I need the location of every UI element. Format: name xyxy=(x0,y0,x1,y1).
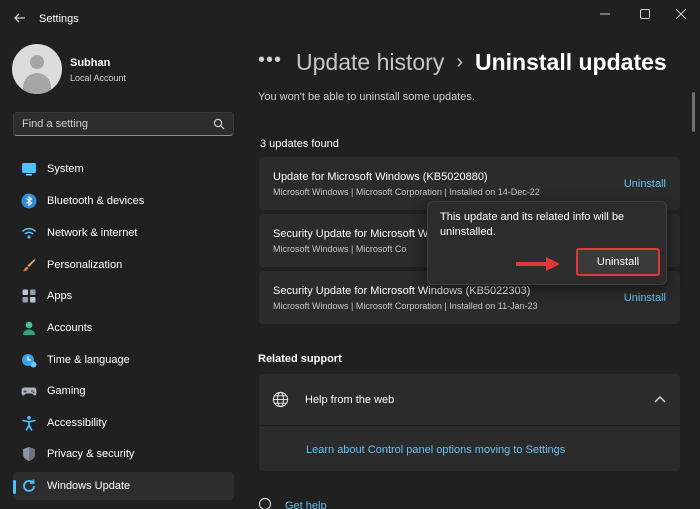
globe-icon xyxy=(272,391,289,408)
update-meta: Microsoft Windows | Microsoft Corporatio… xyxy=(273,187,540,197)
brush-icon xyxy=(23,259,36,272)
minimize-button[interactable] xyxy=(583,2,627,26)
sidebar: Subhan Local Account Find a setting Syst… xyxy=(0,36,248,509)
breadcrumb-separator-icon: › xyxy=(456,50,463,73)
wifi-icon xyxy=(21,227,37,239)
sidebar-item-apps[interactable]: Apps xyxy=(13,282,234,310)
sidebar-item-label: Time & language xyxy=(47,354,130,366)
sidebar-item-windows-update[interactable]: Windows Update xyxy=(13,472,234,500)
page-title: Uninstall updates xyxy=(475,48,667,75)
clock-icon xyxy=(22,354,37,368)
update-title: Security Update for Microsoft W xyxy=(273,228,429,240)
confirm-uninstall-button[interactable]: Uninstall xyxy=(576,248,660,276)
sidebar-item-label: Windows Update xyxy=(47,480,131,492)
sidebar-item-label: Accessibility xyxy=(47,417,107,429)
uninstall-link[interactable]: Uninstall xyxy=(624,292,666,304)
sidebar-item-personalization[interactable]: Personalization xyxy=(13,251,234,279)
selected-indicator xyxy=(13,480,16,494)
sidebar-item-bluetooth[interactable]: Bluetooth & devices xyxy=(13,187,234,215)
sidebar-item-label: Gaming xyxy=(47,385,86,397)
sidebar-item-time-language[interactable]: Time & language xyxy=(13,346,234,374)
related-support-heading: Related support xyxy=(258,353,342,365)
maximize-icon xyxy=(640,9,650,19)
title-bar: Settings xyxy=(0,0,700,36)
avatar-body xyxy=(23,73,51,94)
uninstall-confirm-flyout: This update and its related info will be… xyxy=(427,201,667,285)
help-from-web-header[interactable]: Help from the web xyxy=(259,374,680,426)
sidebar-item-label: Privacy & security xyxy=(47,448,135,460)
update-title: Security Update for Microsoft Windows (K… xyxy=(273,285,531,297)
windows-update-icon xyxy=(23,479,35,492)
gamepad-icon xyxy=(21,387,37,396)
sidebar-item-label: Network & internet xyxy=(47,227,138,239)
sidebar-item-gaming[interactable]: Gaming xyxy=(13,377,234,405)
sidebar-item-network[interactable]: Network & internet xyxy=(13,219,234,247)
search-input[interactable]: Find a setting xyxy=(13,112,234,136)
get-help-link[interactable]: Get help xyxy=(285,500,327,509)
close-button[interactable] xyxy=(659,2,700,26)
sidebar-item-label: Personalization xyxy=(47,259,123,271)
breadcrumb-overflow-button[interactable]: ••• xyxy=(258,49,282,72)
flyout-message: This update and its related info will be… xyxy=(440,211,625,238)
close-icon xyxy=(676,9,686,19)
app-title: Settings xyxy=(39,13,79,25)
sidebar-item-accounts[interactable]: Accounts xyxy=(13,314,234,342)
updates-count: 3 updates found xyxy=(260,138,339,150)
monitor-icon xyxy=(22,163,36,176)
help-from-web-title: Help from the web xyxy=(305,394,395,406)
sidebar-item-label: Apps xyxy=(47,290,73,302)
avatar-head xyxy=(30,55,44,69)
uninstall-link[interactable]: Uninstall xyxy=(624,178,666,190)
account-type: Local Account xyxy=(70,73,127,83)
breadcrumb-update-history[interactable]: Update history xyxy=(296,49,444,76)
sidebar-item-label: Bluetooth & devices xyxy=(47,195,145,207)
sidebar-item-accessibility[interactable]: Accessibility xyxy=(13,409,234,437)
help-from-web-card: Help from the web Learn about Control pa… xyxy=(259,374,680,471)
annotation-arrow-icon xyxy=(516,257,560,271)
back-button[interactable] xyxy=(8,6,32,30)
scrollbar[interactable] xyxy=(692,92,695,132)
breadcrumb: ••• Update history › Uninstall updates xyxy=(258,45,667,79)
update-title: Update for Microsoft Windows (KB5020880) xyxy=(273,171,488,183)
sidebar-item-label: System xyxy=(47,163,84,175)
chevron-up-icon[interactable] xyxy=(654,394,666,404)
avatar[interactable] xyxy=(12,44,62,94)
sidebar-item-label: Accounts xyxy=(47,322,93,334)
help-icon xyxy=(258,497,272,509)
sidebar-item-system[interactable]: System xyxy=(13,155,234,183)
control-panel-help-link[interactable]: Learn about Control panel options moving… xyxy=(306,444,565,456)
search-placeholder: Find a setting xyxy=(22,118,89,130)
arrow-left-icon xyxy=(14,13,25,23)
shield-icon xyxy=(23,447,35,461)
minimize-icon xyxy=(600,13,610,15)
bluetooth-icon xyxy=(21,193,37,209)
update-meta: Microsoft Windows | Microsoft Corporatio… xyxy=(273,301,538,311)
accessibility-icon xyxy=(22,416,36,431)
uninstall-notice: You won't be able to uninstall some upda… xyxy=(258,91,475,103)
user-name: Subhan xyxy=(70,57,111,69)
search-icon[interactable] xyxy=(213,118,225,130)
apps-icon xyxy=(22,289,36,303)
update-meta: Microsoft Windows | Microsoft Co xyxy=(273,244,407,254)
person-icon xyxy=(23,321,35,335)
sidebar-item-privacy-security[interactable]: Privacy & security xyxy=(13,440,234,468)
